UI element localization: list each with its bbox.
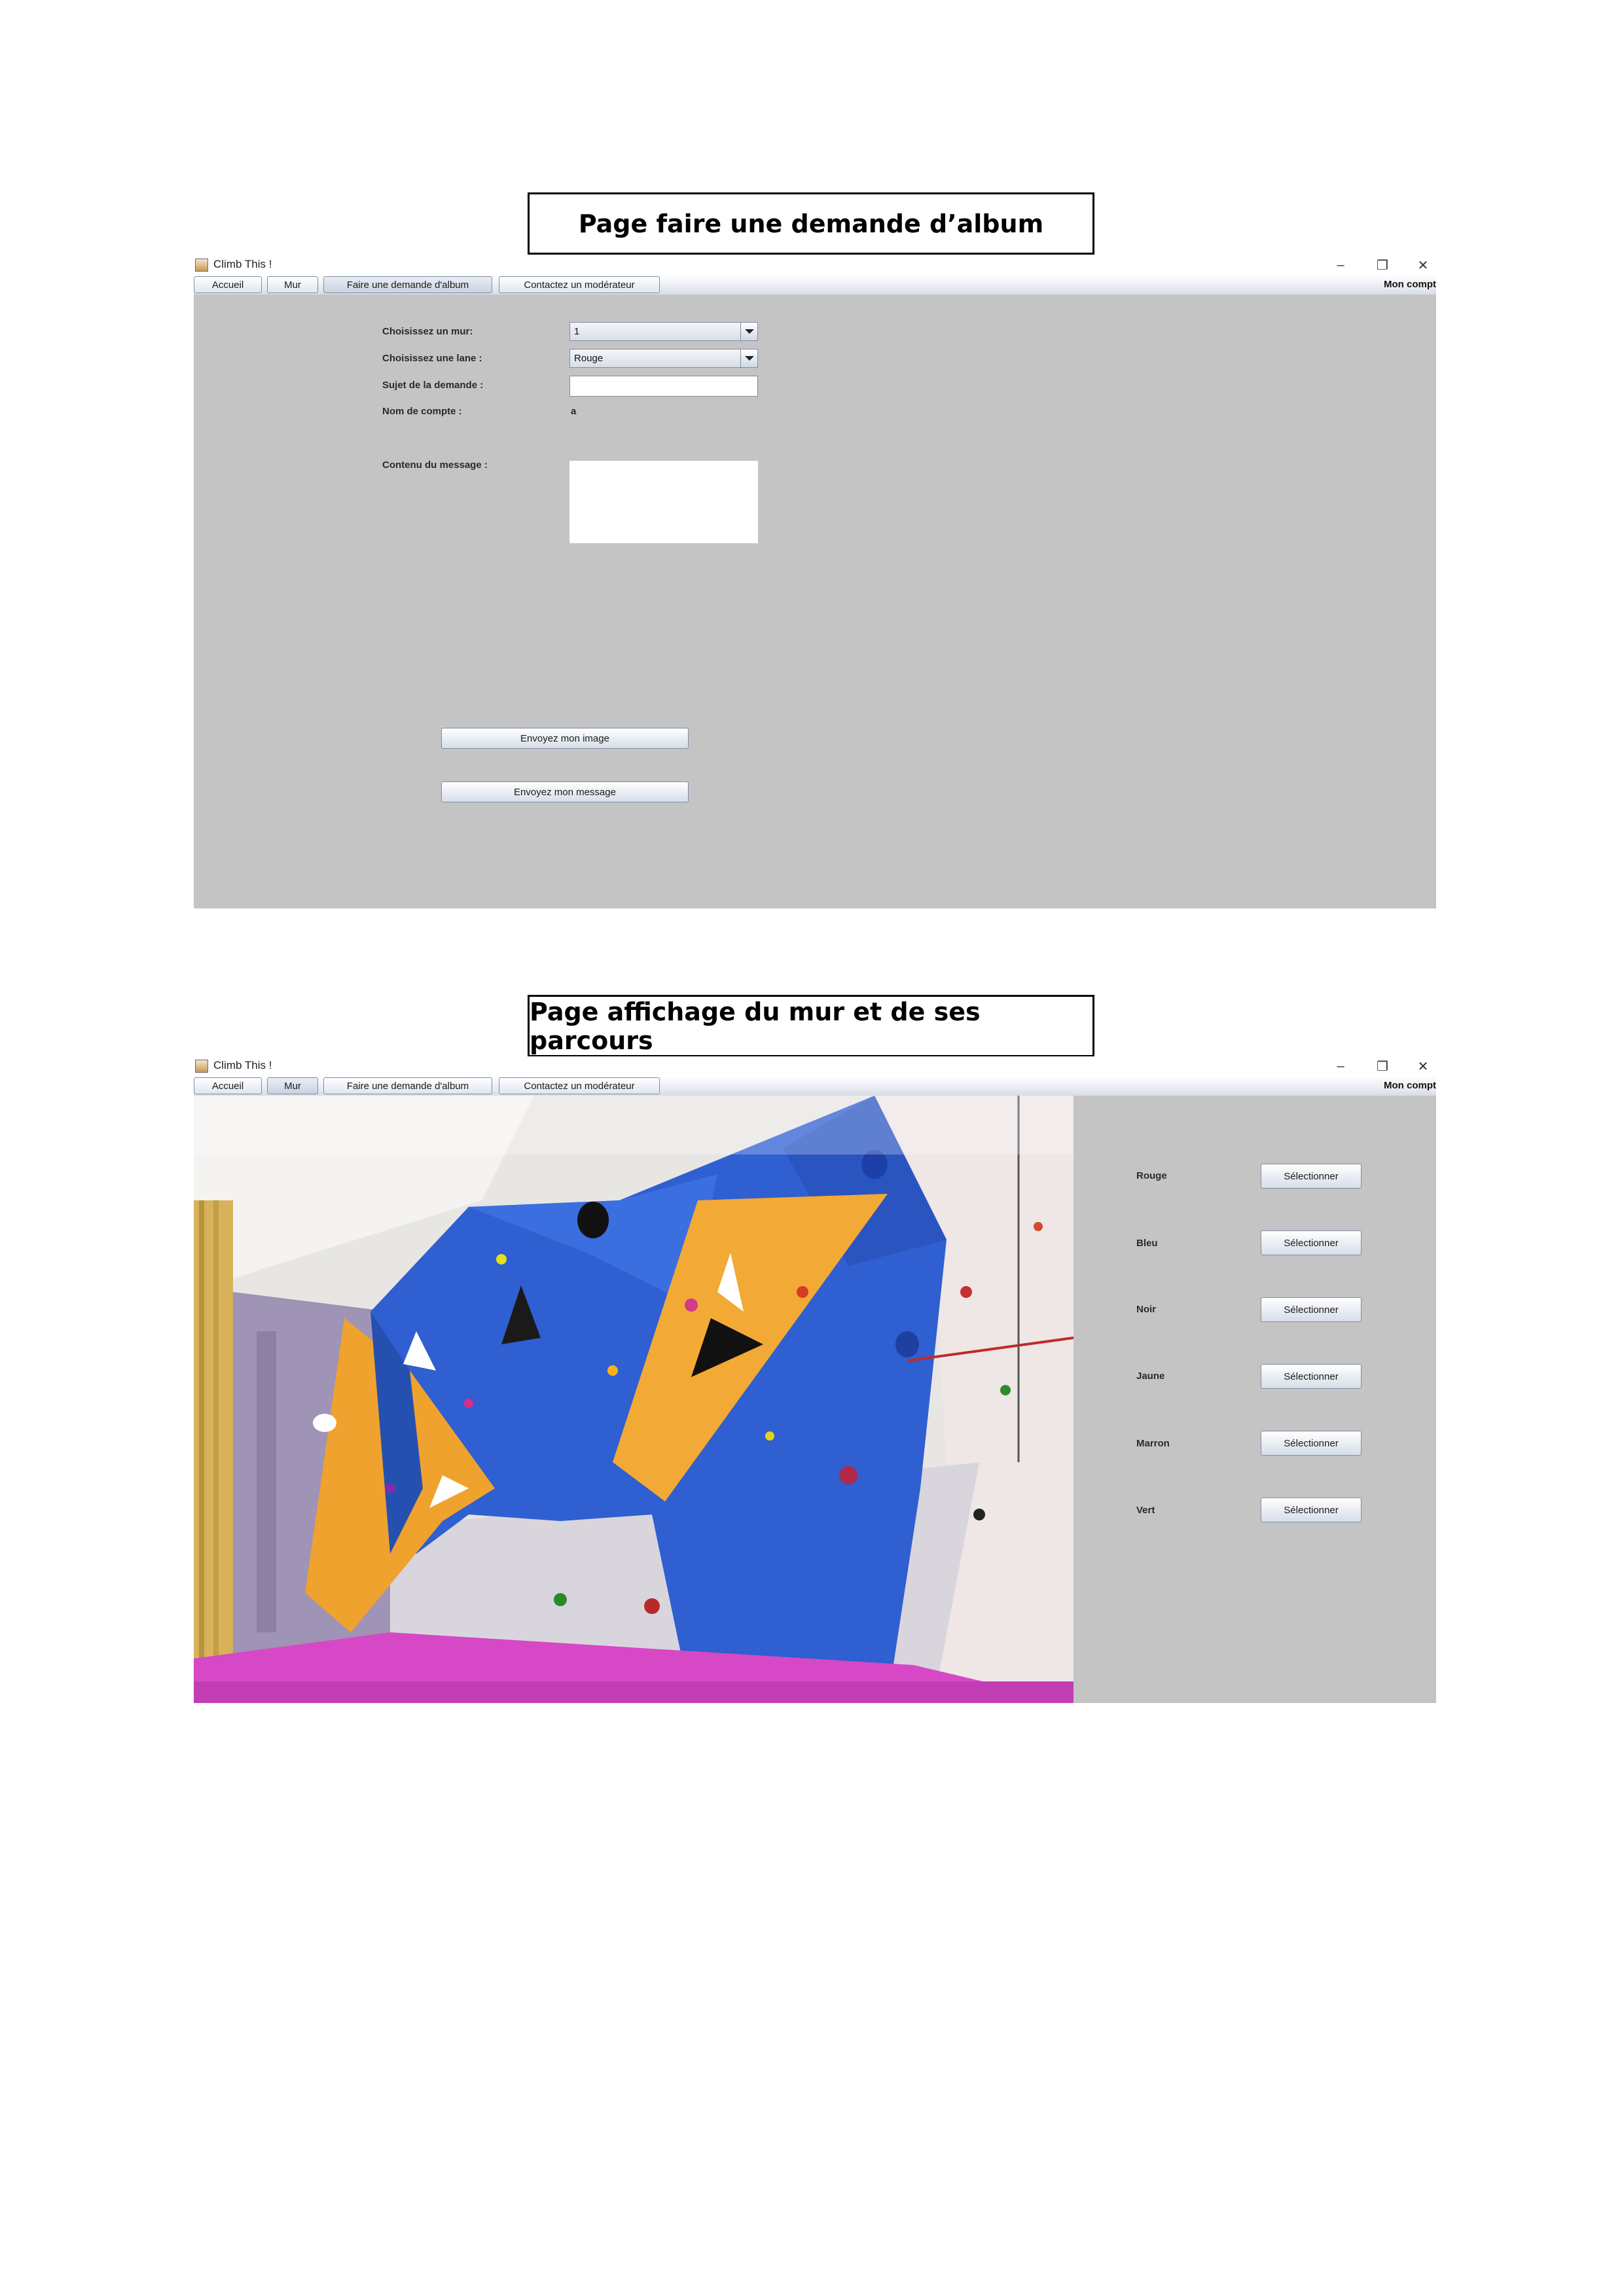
menu-album-request-button[interactable]: Faire une demande d'album xyxy=(323,276,492,293)
lane-label-jaune: Jaune xyxy=(1136,1371,1165,1382)
album-request-window: Climb This ! – ❐ ✕ Accueil Mur Faire une… xyxy=(194,255,1436,908)
menu-mur-button[interactable]: Mur xyxy=(267,1077,318,1094)
lane-select-value: Rouge xyxy=(574,353,604,364)
select-lane-rouge-button[interactable]: Sélectionner xyxy=(1261,1164,1362,1189)
menu-mur-button[interactable]: Mur xyxy=(267,276,318,293)
lane-label-marron: Marron xyxy=(1136,1438,1170,1449)
form-panel: Choisissez un mur: 1 Choisissez une lane… xyxy=(194,295,1436,908)
select-lane-jaune-button[interactable]: Sélectionner xyxy=(1261,1364,1362,1389)
java-app-icon xyxy=(195,1060,208,1073)
account-name-value: a xyxy=(571,406,577,417)
menu-album-request-button[interactable]: Faire une demande d'album xyxy=(323,1077,492,1094)
section2-caption: Page affichage du mur et de ses parcours xyxy=(528,995,1094,1057)
lane-label: Choisissez une lane : xyxy=(382,353,482,364)
send-message-button[interactable]: Envoyez mon message xyxy=(441,781,689,802)
subject-input[interactable] xyxy=(569,376,758,397)
lane-label-vert: Vert xyxy=(1136,1505,1155,1516)
subject-label: Sujet de la demande : xyxy=(382,380,484,391)
minimize-icon[interactable]: – xyxy=(1321,255,1360,275)
wall-label: Choisissez un mur: xyxy=(382,326,473,337)
menu-accueil-button[interactable]: Accueil xyxy=(194,1077,262,1094)
lane-select[interactable]: Rouge xyxy=(569,349,758,368)
close-icon[interactable]: ✕ xyxy=(1403,255,1443,275)
menu-bar: Accueil Mur Faire une demande d'album Co… xyxy=(194,275,1436,295)
section1-caption: Page faire une demande d’album xyxy=(528,192,1094,255)
select-lane-marron-button[interactable]: Sélectionner xyxy=(1261,1431,1362,1456)
select-lane-vert-button[interactable]: Sélectionner xyxy=(1261,1498,1362,1522)
minimize-icon[interactable]: – xyxy=(1321,1056,1360,1076)
menu-contact-moderator-button[interactable]: Contactez un modérateur xyxy=(499,1077,660,1094)
menu-contact-moderator-button[interactable]: Contactez un modérateur xyxy=(499,276,660,293)
title-bar: Climb This ! – ❐ ✕ xyxy=(194,1056,1436,1076)
lane-label-rouge: Rouge xyxy=(1136,1170,1167,1181)
message-textarea[interactable] xyxy=(569,461,758,543)
account-menu[interactable]: Mon compt xyxy=(1384,1080,1436,1091)
select-lane-bleu-button[interactable]: Sélectionner xyxy=(1261,1230,1362,1255)
close-icon[interactable]: ✕ xyxy=(1403,1056,1443,1076)
window-title: Climb This ! xyxy=(213,258,272,270)
wall-display-window: Climb This ! – ❐ ✕ Accueil Mur Faire une… xyxy=(194,1056,1436,1710)
account-menu[interactable]: Mon compt xyxy=(1384,279,1436,290)
lane-label-noir: Noir xyxy=(1136,1304,1156,1315)
account-name-label: Nom de compte : xyxy=(382,406,462,417)
chevron-down-icon[interactable] xyxy=(740,350,757,367)
climbing-wall-photo xyxy=(194,1096,1074,1703)
java-app-icon xyxy=(195,259,208,272)
chevron-down-icon[interactable] xyxy=(740,323,757,340)
title-bar: Climb This ! – ❐ ✕ xyxy=(194,255,1436,275)
menu-bar: Accueil Mur Faire une demande d'album Co… xyxy=(194,1076,1436,1096)
select-lane-noir-button[interactable]: Sélectionner xyxy=(1261,1297,1362,1322)
wall-select[interactable]: 1 xyxy=(569,322,758,341)
menu-accueil-button[interactable]: Accueil xyxy=(194,276,262,293)
wall-panel: Rouge Sélectionner Bleu Sélectionner Noi… xyxy=(194,1096,1436,1703)
send-image-button[interactable]: Envoyez mon image xyxy=(441,728,689,749)
window-title: Climb This ! xyxy=(213,1059,272,1071)
wall-select-value: 1 xyxy=(574,326,580,337)
message-label: Contenu du message : xyxy=(382,459,488,471)
restore-icon[interactable]: ❐ xyxy=(1363,255,1402,275)
lane-label-bleu: Bleu xyxy=(1136,1238,1158,1249)
restore-icon[interactable]: ❐ xyxy=(1363,1056,1402,1076)
